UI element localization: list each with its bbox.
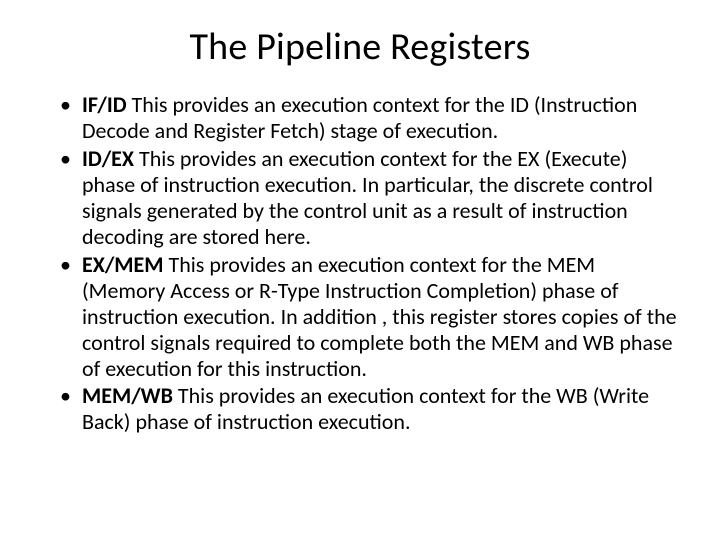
bullet-term: ID/EX (82, 145, 134, 172)
bullet-term: MEM/WB (82, 382, 173, 409)
bullet-desc: This provides an execution context for t… (82, 251, 677, 382)
slide: The Pipeline Registers IF/ID This provid… (0, 0, 720, 540)
bullet-term: IF/ID (82, 91, 127, 118)
list-item: EX/MEM This provides an execution contex… (60, 252, 680, 382)
list-item: IF/ID This provides an execution context… (60, 92, 680, 144)
list-item: MEM/WB This provides an execution contex… (60, 383, 680, 435)
bullet-term: EX/MEM (82, 251, 164, 278)
list-item: ID/EX This provides an execution context… (60, 146, 680, 250)
slide-title: The Pipeline Registers (40, 24, 680, 70)
bullet-list: IF/ID This provides an execution context… (40, 92, 680, 435)
bullet-desc: This provides an execution context for t… (82, 91, 637, 144)
bullet-desc: This provides an execution context for t… (82, 145, 653, 250)
